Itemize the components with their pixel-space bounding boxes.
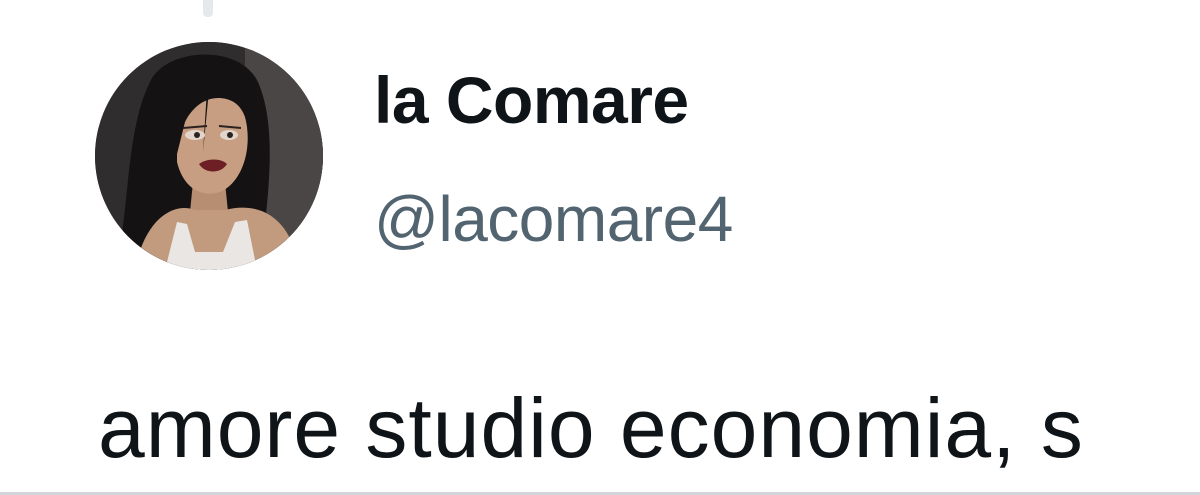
cartoon-woman-avatar-icon: [95, 42, 323, 270]
avatar[interactable]: [95, 42, 323, 270]
author-display-name[interactable]: la Comare: [374, 64, 689, 137]
tweet-text: amore studio economia, s: [98, 381, 1084, 475]
thread-connector-line: [203, 0, 213, 17]
author-handle[interactable]: @lacomare4: [374, 184, 733, 255]
